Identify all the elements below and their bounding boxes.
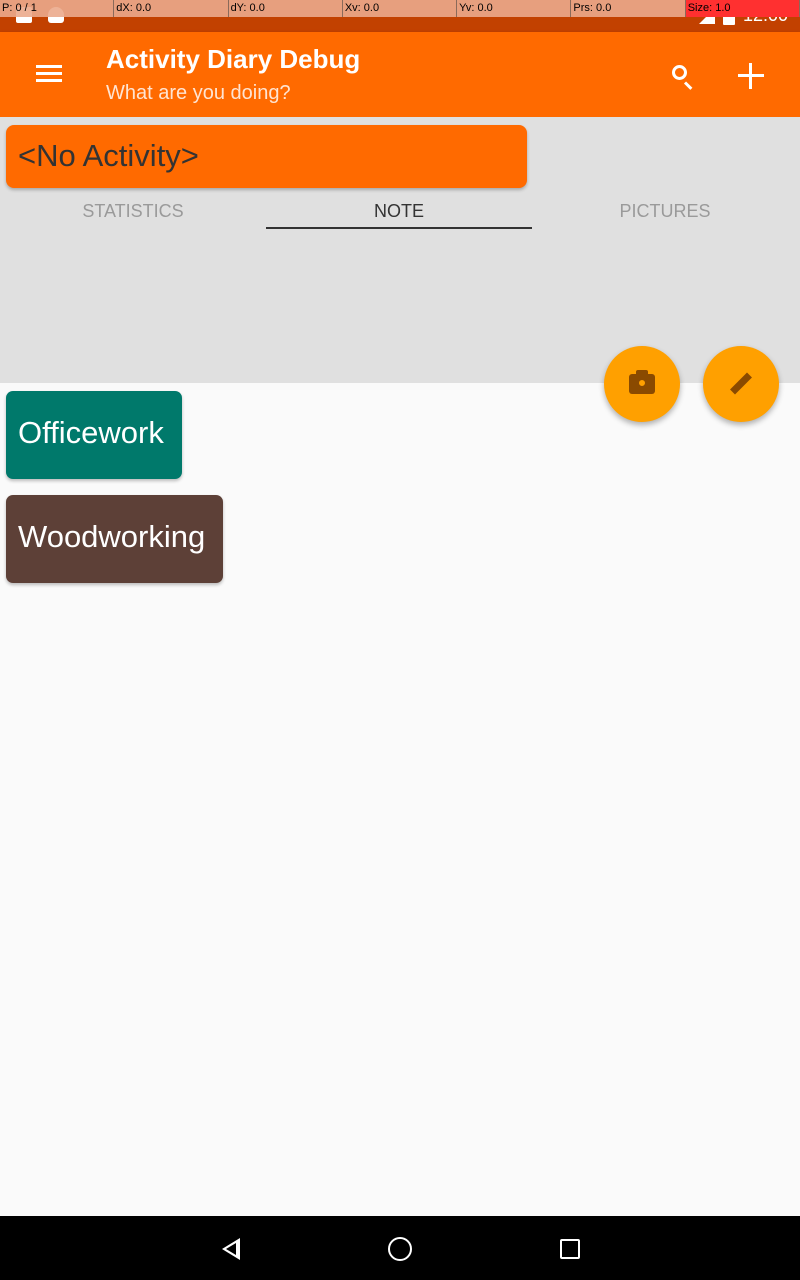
home-icon[interactable] [383,1232,417,1266]
overlay-pointer: P: 0 / 1 [0,0,115,17]
overlay-size: Size: 1.0 [685,0,800,17]
overlay-yv: Yv: 0.0 [457,0,572,17]
pointer-location-overlay: P: 0 / 1 dX: 0.0 dY: 0.0 Xv: 0.0 Yv: 0.0… [0,0,800,17]
overlay-dx: dX: 0.0 [114,0,229,17]
edit-icon [730,372,752,395]
current-activity-label: <No Activity> [18,138,199,173]
activity-chip-officework[interactable]: Officework [6,391,182,479]
navigation-bar [0,1216,800,1280]
add-icon[interactable] [729,54,773,98]
activity-chip-label: Woodworking [18,519,206,554]
tab-statistics[interactable]: STATISTICS [0,201,266,229]
activity-chip-woodworking[interactable]: Woodworking [6,495,223,583]
tab-pictures[interactable]: PICTURES [532,201,798,229]
app-title: Activity Diary Debug [106,44,361,74]
overlay-prs: Prs: 0.0 [571,0,686,17]
app-subtitle: What are you doing? [106,82,291,104]
overlay-xv: Xv: 0.0 [343,0,458,17]
current-activity-button[interactable]: <No Activity> [6,125,527,188]
back-icon[interactable] [214,1232,248,1266]
camera-fab[interactable] [604,346,680,422]
menu-icon[interactable] [30,62,68,88]
edit-note-fab[interactable] [703,346,779,422]
overlay-dy: dY: 0.0 [229,0,343,17]
recent-apps-icon[interactable] [553,1232,587,1266]
app-bar: Activity Diary Debug What are you doing? [0,32,800,117]
tab-note[interactable]: NOTE [266,201,532,229]
search-icon[interactable] [660,54,704,98]
current-activity-panel: <No Activity> STATISTICS NOTE PICTURES [0,117,800,383]
activity-chip-label: Officework [18,415,164,450]
